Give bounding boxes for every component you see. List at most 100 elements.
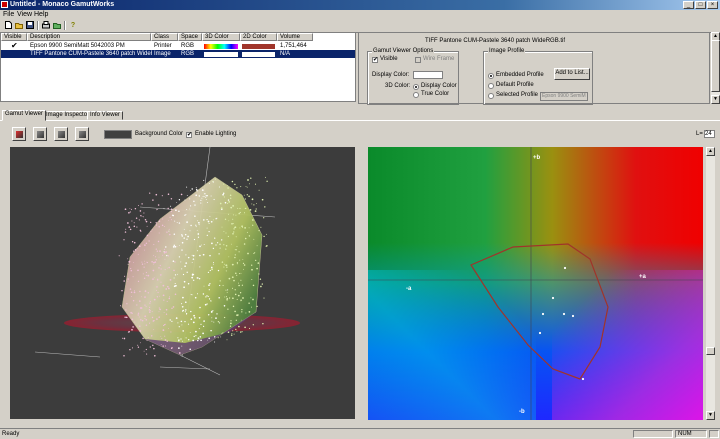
color-point — [224, 201, 227, 204]
color-point — [248, 227, 250, 229]
view-top-icon[interactable] — [75, 127, 89, 141]
color-point — [207, 220, 210, 223]
minimize-button[interactable]: _ — [683, 1, 694, 9]
open-icon[interactable] — [14, 20, 24, 30]
3d-color-swatch[interactable] — [204, 52, 238, 57]
color-point — [138, 205, 139, 206]
view-3d-icon[interactable] — [12, 127, 26, 141]
wire-frame-checkbox[interactable] — [415, 57, 421, 63]
color-point — [186, 271, 188, 273]
col-volume[interactable]: Volume — [277, 33, 313, 41]
title-bar: Untitled - Monaco GamutWorks _ □ × — [0, 0, 720, 10]
plus-b-label: +b — [533, 155, 541, 161]
view-side-icon[interactable] — [54, 127, 68, 141]
color-point — [125, 228, 127, 230]
color-point — [218, 186, 220, 188]
gamut-3d-plot[interactable] — [10, 146, 355, 419]
color-point — [227, 331, 230, 333]
color-point — [251, 198, 254, 201]
tab-info-viewer[interactable]: Info Viewer — [87, 111, 123, 120]
selected-profile-radio[interactable] — [488, 93, 494, 99]
color-point — [155, 193, 158, 196]
save-icon[interactable] — [25, 20, 35, 30]
list-row-printer[interactable]: ✔ Epson 9900 SemiMatt 5042003 PM Printer… — [1, 42, 355, 50]
col-visible[interactable]: Visible — [1, 33, 27, 41]
color-point — [195, 194, 198, 197]
color-point — [131, 241, 134, 243]
color-point — [231, 263, 234, 266]
color-point — [159, 295, 160, 297]
scroll-down-button[interactable]: ▼ — [711, 95, 720, 104]
tab-gamut-viewer[interactable]: Gamut Viewer — [2, 110, 46, 121]
color-point — [228, 220, 230, 222]
true-color-radio[interactable] — [413, 92, 419, 98]
color-point — [155, 222, 157, 224]
color-point — [219, 284, 221, 287]
embedded-profile-radio[interactable] — [488, 73, 494, 79]
visible-checkbox[interactable]: ✔ — [372, 57, 378, 63]
color-point — [146, 234, 149, 237]
color-point — [170, 331, 172, 333]
col-2d-color[interactable]: 2D Color — [240, 33, 277, 41]
color-point — [220, 336, 222, 338]
col-description[interactable]: Description — [27, 33, 151, 41]
3d-color-swatch[interactable] — [204, 44, 238, 49]
lightness-scrollbar[interactable]: ▲ ▼ — [706, 147, 715, 420]
color-point — [129, 288, 132, 290]
enable-lighting-checkbox[interactable]: ✔ — [186, 132, 192, 138]
visible-check[interactable]: ✔ — [11, 42, 18, 50]
print-icon[interactable] — [41, 20, 51, 30]
color-point — [170, 210, 173, 213]
menu-help[interactable]: Help — [34, 11, 48, 18]
new-file-icon[interactable] — [3, 20, 13, 30]
close-button[interactable]: × — [707, 1, 718, 9]
color-point — [198, 316, 201, 319]
color-point — [183, 280, 186, 283]
color-point — [164, 269, 166, 271]
color-point — [158, 311, 160, 313]
display-color-radio[interactable] — [413, 84, 419, 90]
col-space[interactable]: Space — [178, 33, 202, 41]
panel-scrollbar[interactable]: ▲ ▼ — [711, 32, 720, 104]
color-point — [223, 316, 226, 319]
maximize-button[interactable]: □ — [695, 1, 706, 9]
tab-image-inspector[interactable]: Image Inspector — [43, 111, 93, 120]
profile-list: Visible Description Class Space 3D Color… — [0, 32, 356, 102]
add-to-list-button[interactable]: Add to List... — [554, 68, 590, 80]
list-row-image[interactable]: TIFF Pantone CUM-Pastele 3640 patch Wide… — [1, 50, 355, 58]
selected-profile-dropdown[interactable]: Epson 9900 SemiM — [540, 92, 588, 101]
color-point — [133, 290, 135, 292]
color-point — [146, 340, 148, 342]
ab-plane-view[interactable]: +b -b +a -a — [360, 147, 703, 420]
color-point — [244, 237, 247, 240]
menu-file[interactable]: File — [3, 11, 14, 18]
color-point — [201, 189, 204, 191]
scroll-up-button[interactable]: ▲ — [706, 147, 715, 156]
scroll-down-button[interactable]: ▼ — [706, 411, 715, 420]
col-class[interactable]: Class — [151, 33, 178, 41]
gamut-3d-view[interactable] — [10, 146, 355, 419]
menu-view[interactable]: View — [17, 11, 32, 18]
color-point — [140, 296, 142, 298]
background-color-swatch[interactable] — [104, 130, 132, 139]
open-folder-icon[interactable] — [52, 20, 62, 30]
ab-plot[interactable]: +b -b +a -a — [368, 147, 703, 420]
color-point — [223, 266, 225, 268]
default-profile-radio[interactable] — [488, 83, 494, 89]
view-front-icon[interactable] — [33, 127, 47, 141]
color-point — [175, 284, 177, 287]
lightness-thumb[interactable] — [706, 347, 715, 355]
color-point — [160, 281, 162, 283]
2d-color-swatch[interactable] — [242, 44, 275, 49]
color-point — [138, 300, 141, 302]
color-point — [190, 205, 192, 207]
color-point — [240, 272, 242, 274]
l-value-input[interactable]: 24 — [704, 130, 715, 138]
color-point — [149, 306, 151, 308]
display-color-swatch[interactable] — [413, 71, 443, 79]
col-3d-color[interactable]: 3D Color — [202, 33, 240, 41]
2d-color-swatch[interactable] — [242, 52, 275, 57]
color-point — [212, 181, 214, 183]
scroll-thumb[interactable] — [711, 40, 720, 92]
help-icon[interactable]: ? — [68, 20, 78, 30]
